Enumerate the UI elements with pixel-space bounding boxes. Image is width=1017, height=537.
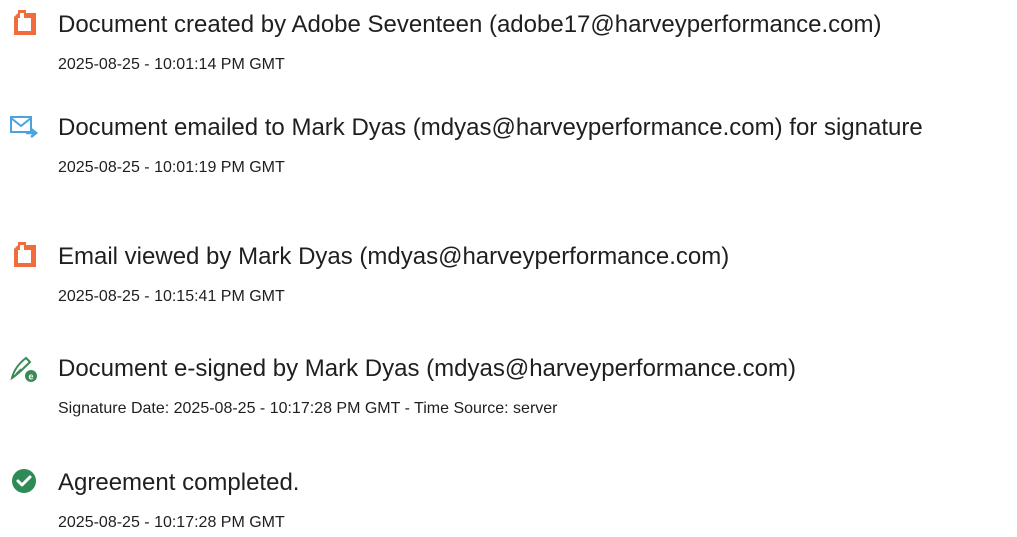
event-title: Document e-signed by Mark Dyas (mdyas@ha… [58, 355, 796, 382]
event-title: Agreement completed. [58, 469, 300, 496]
event-timestamp: 2025-08-25 - 10:01:19 PM GMT [58, 159, 285, 176]
event-title: Document created by Adobe Seventeen (ado… [58, 11, 882, 38]
event-timestamp: 2025-08-25 - 10:01:14 PM GMT [58, 56, 285, 73]
agreement-completed-icon [8, 466, 40, 498]
document-emailed-icon [8, 111, 40, 143]
event-timestamp: 2025-08-25 - 10:17:28 PM GMT [58, 514, 285, 531]
event-timestamp: 2025-08-25 - 10:15:41 PM GMT [58, 288, 285, 305]
email-viewed-icon [8, 240, 40, 272]
e-signed-icon: e [8, 352, 40, 384]
event-title: Document emailed to Mark Dyas (mdyas@har… [58, 114, 923, 141]
svg-text:e: e [28, 372, 33, 382]
event-title: Email viewed by Mark Dyas (mdyas@harveyp… [58, 243, 730, 270]
document-created-icon [8, 8, 40, 40]
event-timestamp: Signature Date: 2025-08-25 - 10:17:28 PM… [58, 400, 558, 417]
